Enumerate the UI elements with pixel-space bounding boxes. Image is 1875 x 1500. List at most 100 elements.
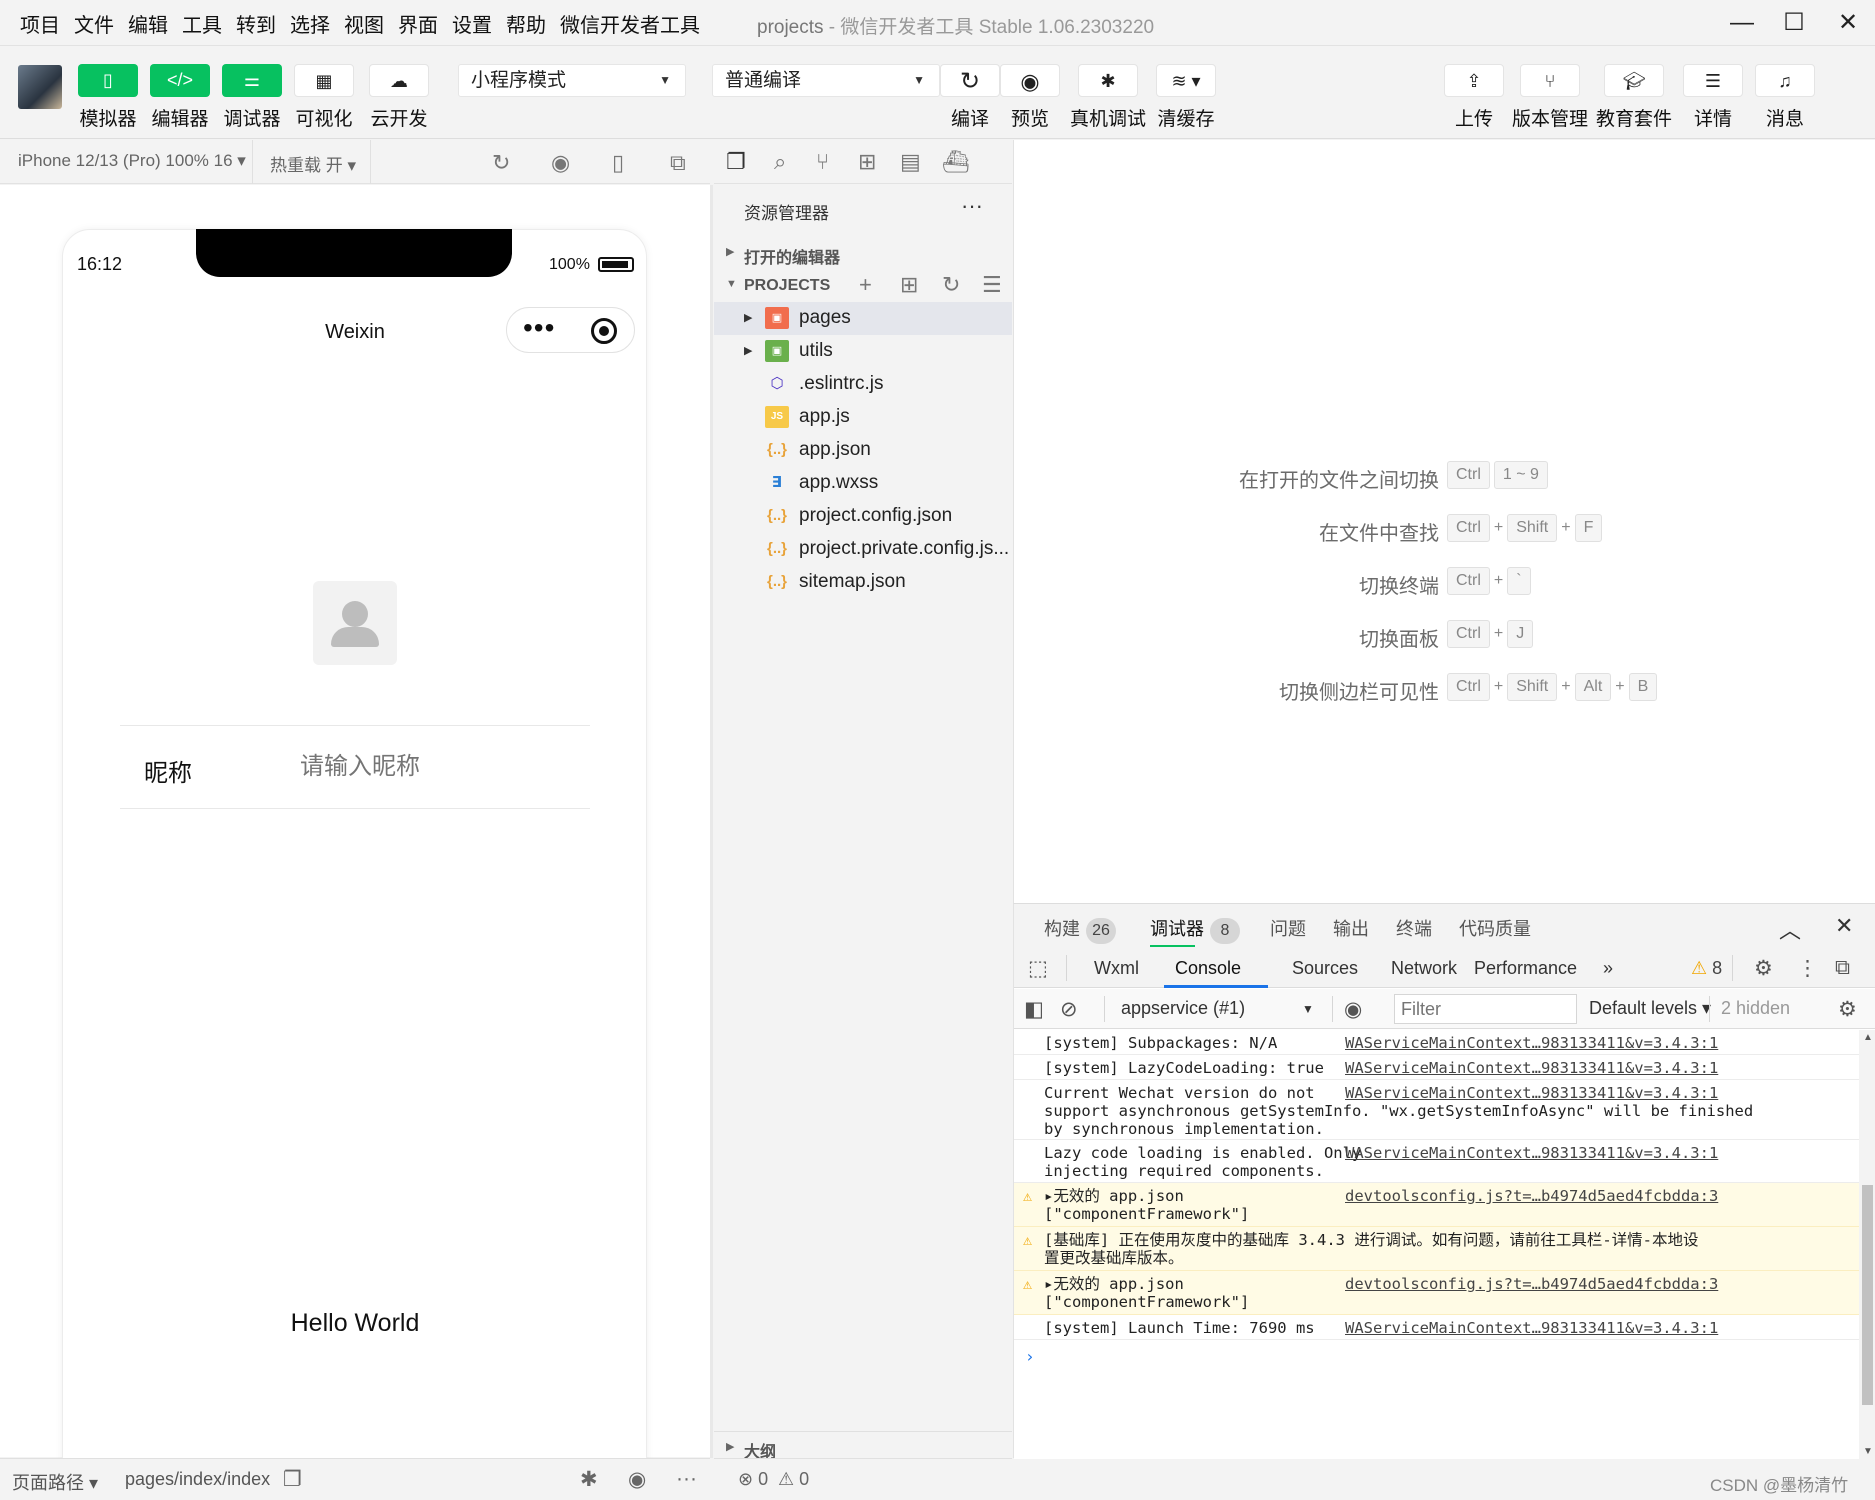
preview-button[interactable]: ◉ [1000, 64, 1060, 97]
files-icon[interactable]: ❐ [726, 149, 746, 175]
source-link[interactable]: devtoolsconfig.js?t=…b4974d5aed4fcbdda:3 [1345, 1275, 1718, 1293]
menu-project[interactable]: 项目 [20, 9, 60, 38]
source-link[interactable]: WAServiceMainContext…983133411&v=3.4.3:1 [1345, 1034, 1718, 1052]
refresh-icon[interactable]: ↻ [942, 272, 960, 298]
more-icon[interactable]: ··· [961, 193, 983, 219]
gear-icon[interactable]: ⚙ [1754, 956, 1773, 981]
warning-counter[interactable]: ⚠ 8 [1691, 958, 1722, 979]
tree-item-app-json[interactable]: {..} app.json [714, 434, 1012, 467]
source-link[interactable]: WAServiceMainContext…983133411&v=3.4.3:1 [1345, 1319, 1718, 1337]
tree-item-project-config[interactable]: {..} project.config.json [714, 500, 1012, 533]
tab-code-quality[interactable]: 代码质量 [1459, 915, 1531, 941]
hot-reload-select[interactable]: 热重载 开 ▾ [270, 151, 356, 176]
avatar-placeholder[interactable] [313, 581, 397, 665]
close-capsule-icon[interactable] [591, 318, 617, 344]
dock-icon[interactable]: ⧉ [1835, 956, 1850, 980]
search-icon[interactable]: ⌕ [774, 149, 786, 175]
tree-item-eslintrc[interactable]: ⬡ .eslintrc.js [714, 368, 1012, 401]
extensions-icon[interactable]: ⊞ [858, 149, 876, 175]
kebab-menu-icon[interactable]: ⋮ [1797, 956, 1818, 981]
collapse-icon[interactable]: ☰ [982, 272, 1002, 298]
error-count[interactable]: ⊗ 0 [738, 1469, 768, 1490]
tab-problems[interactable]: 问题 [1270, 915, 1306, 941]
menu-interface[interactable]: 界面 [398, 9, 438, 38]
user-avatar[interactable] [18, 65, 62, 109]
tree-item-sitemap[interactable]: {..} sitemap.json [714, 566, 1012, 599]
clear-console-icon[interactable]: ⊘ [1060, 997, 1078, 1022]
docker-icon[interactable]: ⛴ [942, 149, 970, 175]
source-control-icon[interactable]: ⑂ [816, 149, 829, 175]
minimize-button[interactable]: — [1722, 8, 1762, 38]
messages-button[interactable]: ♫ [1755, 64, 1815, 97]
more-dots-icon[interactable]: ••• [523, 313, 555, 343]
source-link[interactable]: WAServiceMainContext…983133411&v=3.4.3:1 [1345, 1059, 1718, 1077]
source-link[interactable]: WAServiceMainContext…983133411&v=3.4.3:1 [1345, 1144, 1718, 1162]
menu-goto[interactable]: 转到 [236, 9, 276, 38]
simulator-toggle-button[interactable]: ▯ [78, 64, 138, 97]
sidebar-toggle-icon[interactable]: ◧ [1024, 997, 1044, 1022]
source-link[interactable]: WAServiceMainContext…983133411&v=3.4.3:1 [1345, 1084, 1718, 1102]
more-tabs-button[interactable]: » [1603, 958, 1613, 979]
clear-cache-button[interactable]: ≋ ▾ [1156, 64, 1216, 97]
eye-icon[interactable]: ◉ [1344, 997, 1362, 1022]
details-button[interactable]: ☰ [1683, 64, 1743, 97]
eye-icon[interactable]: ◉ [628, 1467, 646, 1492]
device-select[interactable]: iPhone 12/13 (Pro) 100% 16 ▾ [18, 151, 246, 171]
open-editors-section[interactable]: ▶ 打开的编辑器 [714, 237, 1012, 269]
nickname-input[interactable] [300, 751, 560, 783]
console-prompt[interactable]: › [1025, 1347, 1035, 1366]
tab-terminal[interactable]: 终端 [1396, 915, 1432, 941]
tab-build[interactable]: 构建 26 [1044, 915, 1116, 944]
scroll-down-icon[interactable]: ▼ [1863, 1446, 1873, 1457]
version-button[interactable]: ⑂ [1520, 64, 1580, 97]
context-select[interactable]: appservice (#1) [1121, 998, 1245, 1019]
menu-edit[interactable]: 编辑 [128, 9, 168, 38]
tab-output[interactable]: 输出 [1333, 915, 1369, 941]
menu-select[interactable]: 选择 [290, 9, 330, 38]
tree-item-project-private-config[interactable]: {..} project.private.config.js... [714, 533, 1012, 566]
editor-toggle-button[interactable]: </> [150, 64, 210, 97]
maximize-button[interactable]: ☐ [1774, 8, 1814, 38]
new-file-icon[interactable]: + [859, 272, 872, 298]
projects-section[interactable]: ▼ PROJECTS + ⊞ ↻ ☰ [714, 270, 1012, 302]
page-path-select[interactable]: 页面路径 ▾ [12, 1469, 98, 1495]
menu-file[interactable]: 文件 [74, 9, 114, 38]
tab-sources[interactable]: Sources [1292, 958, 1358, 979]
tree-item-pages[interactable]: ▶ ▣ pages [714, 302, 1012, 335]
record-icon[interactable]: ◉ [551, 150, 570, 176]
tab-wxml[interactable]: Wxml [1094, 958, 1139, 979]
gear-icon[interactable]: ⚙ [1838, 997, 1857, 1022]
device-debug-button[interactable]: ✱ [1078, 64, 1138, 97]
outline-section[interactable]: ▶ 大纲 [714, 1431, 1012, 1461]
debugger-toggle-button[interactable]: ⚌ [222, 64, 282, 97]
menu-settings[interactable]: 设置 [452, 9, 492, 38]
panel-splitter[interactable] [710, 185, 713, 1458]
phone-icon[interactable]: ▯ [612, 150, 624, 176]
scroll-up-icon[interactable]: ▲ [1863, 1032, 1873, 1043]
warning-count[interactable]: ⚠ 0 [778, 1469, 809, 1490]
more-icon[interactable]: ··· [676, 1467, 697, 1491]
menu-tools[interactable]: 工具 [182, 9, 222, 38]
menu-view[interactable]: 视图 [344, 9, 384, 38]
visual-button[interactable]: ▦ [294, 64, 354, 97]
chevron-up-icon[interactable]: ︿ [1779, 913, 1801, 945]
tab-performance[interactable]: Performance [1474, 958, 1577, 979]
menu-help[interactable]: 帮助 [506, 9, 546, 38]
log-text[interactable]: ▸无效的 app.json ["componentFramework"] [1044, 1275, 1249, 1311]
new-folder-icon[interactable]: ⊞ [900, 272, 918, 298]
source-link[interactable]: devtoolsconfig.js?t=…b4974d5aed4fcbdda:3 [1345, 1187, 1718, 1205]
tree-item-app-js[interactable]: JS app.js [714, 401, 1012, 434]
bug-icon[interactable]: ✱ [580, 1467, 598, 1492]
inspect-icon[interactable]: ⬚ [1028, 956, 1048, 981]
tab-network[interactable]: Network [1391, 958, 1457, 979]
close-window-button[interactable]: ✕ [1828, 8, 1868, 38]
rotate-icon[interactable]: ↻ [492, 150, 510, 176]
cloud-button[interactable]: ☁ [369, 64, 429, 97]
tab-console[interactable]: Console [1175, 958, 1241, 979]
console-scrollbar[interactable]: ▲ ▼ [1859, 1030, 1875, 1459]
menu-devtools[interactable]: 微信开发者工具 [560, 9, 700, 38]
storage-icon[interactable]: ▤ [900, 149, 921, 175]
upload-button[interactable]: ⇪ [1444, 64, 1504, 97]
edu-button[interactable]: 🎓︎ [1604, 64, 1664, 97]
tree-item-utils[interactable]: ▶ ▣ utils [714, 335, 1012, 368]
